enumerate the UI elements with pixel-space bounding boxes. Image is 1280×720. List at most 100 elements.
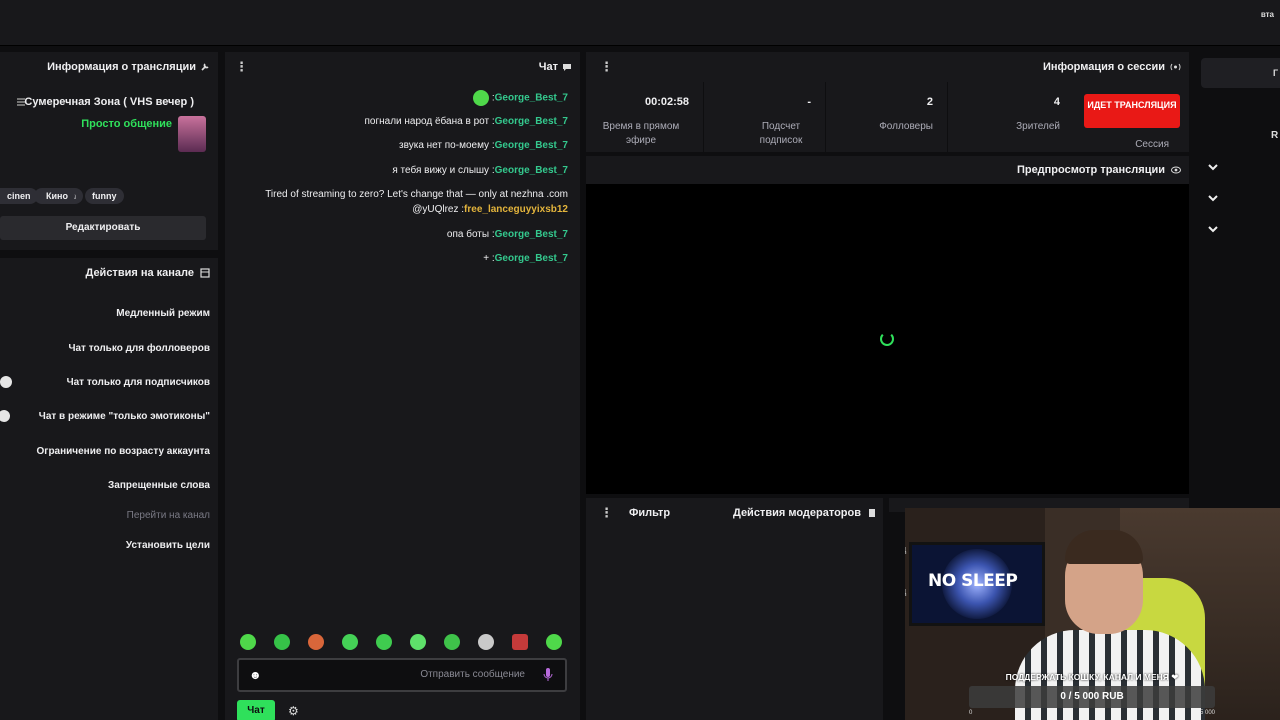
- chat-username[interactable]: George_Best_7: [495, 253, 568, 264]
- chat-message: + :George_Best_7: [483, 253, 568, 264]
- action-emote-only[interactable]: Чат в режиме "только эмотиконы": [39, 411, 210, 422]
- stream-info-panel: Информация о трансляции Сумеречная Зона …: [0, 52, 218, 250]
- stream-preview-panel: Предпросмотр трансляции: [586, 156, 1189, 494]
- side-label: д: [905, 586, 906, 596]
- right-side-letter: R: [1271, 130, 1279, 141]
- preview-title: Предпросмотр трансляции: [1016, 164, 1165, 176]
- emote-icon[interactable]: [342, 634, 358, 650]
- session-menu-icon[interactable]: ⋮: [600, 59, 613, 75]
- action-account-age[interactable]: Ограничение по возрасту аккаунта: [37, 446, 211, 457]
- right-action-button[interactable]: Г: [1201, 58, 1280, 88]
- emote-icon[interactable]: [478, 634, 494, 650]
- top-bar: вта: [0, 0, 1280, 46]
- session-header: ⋮ Информация о сессии: [586, 52, 1189, 82]
- edit-button[interactable]: Редактировать: [0, 216, 206, 240]
- right-column: Г R: [1195, 46, 1280, 508]
- chat-username[interactable]: George_Best_7: [495, 116, 568, 127]
- tag-kino[interactable]: Кино: [39, 188, 75, 204]
- channel-actions-panel: Действия на канале Медленный режим Чат т…: [0, 258, 218, 720]
- chat-header: ⋮ Чат: [225, 52, 580, 82]
- emote-icon[interactable]: [512, 634, 528, 650]
- document-icon: [869, 509, 875, 517]
- microphone-icon[interactable]: [543, 668, 553, 682]
- moderator-header: ⋮ Фильтр Действия модераторов: [586, 498, 883, 528]
- chat-message: я тебя вижу и слышу :George_Best_7: [392, 165, 568, 176]
- subscribers-only-toggle[interactable]: [0, 376, 12, 388]
- broadcast-icon: [1170, 63, 1181, 71]
- followers-stat: 2 Фолловеры: [826, 82, 948, 152]
- emote-icon[interactable]: [376, 634, 392, 650]
- chat-message: звука нет по-моему :George_Best_7: [399, 140, 568, 151]
- frog-emote-icon: [473, 90, 490, 106]
- emote-icon[interactable]: [274, 634, 290, 650]
- preview-header: Предпросмотр трансляции: [586, 156, 1189, 186]
- uptime-stat: 00:02:58 Время в прямом эфире: [586, 82, 704, 152]
- channel-actions-header: Действия на канале: [0, 258, 218, 288]
- chat-title: Чат: [538, 61, 558, 73]
- chevron-down-icon[interactable]: [1207, 161, 1219, 173]
- donation-min: 0: [969, 710, 973, 716]
- emote-icon[interactable]: [410, 634, 426, 650]
- webcam-overlay: д д NO SLEEP ПОДДЕРЖАТЬ КОШКУ, КАНАЛ И М…: [905, 508, 1280, 720]
- tag-funny[interactable]: funny: [85, 188, 124, 204]
- monitor-image: NO SLEEP: [909, 542, 1045, 626]
- chat-input[interactable]: ☻ Отправить сообщение: [237, 658, 567, 692]
- chat-message: погнали народ ёбана в рот :George_Best_7: [364, 116, 568, 127]
- moderator-actions-panel: ⋮ Фильтр Действия модераторов: [586, 498, 883, 720]
- action-banned-words[interactable]: Запрещенные слова: [108, 480, 210, 491]
- loading-spinner-icon: [880, 332, 894, 346]
- tag-cinema[interactable]: cinen: [0, 188, 38, 204]
- emote-icon[interactable]: [444, 634, 460, 650]
- chat-username[interactable]: George_Best_7: [495, 229, 568, 240]
- emote-icon[interactable]: [546, 634, 562, 650]
- wrench-icon: [201, 63, 209, 71]
- chat-username[interactable]: George_Best_7: [495, 165, 568, 176]
- chat-message: Tired of streaming to zero? Let's change…: [265, 189, 568, 215]
- session-label: Сессия: [1135, 139, 1169, 150]
- subs-stat: - Подсчет подписок: [704, 82, 826, 152]
- stream-info-title: Информация о трансляции: [47, 61, 196, 73]
- chat-settings-gear-icon[interactable]: ⚙: [288, 704, 299, 718]
- video-player[interactable]: [586, 184, 1189, 494]
- session-info-panel: ⋮ Информация о сессии ИДЕТ ТРАНСЛЯЦИЯ Се…: [586, 52, 1189, 152]
- chevron-down-icon[interactable]: [1207, 223, 1219, 235]
- side-label: д: [905, 544, 906, 554]
- action-go-to-channel[interactable]: Перейти на канал: [127, 510, 210, 521]
- emote-icon[interactable]: [308, 634, 324, 650]
- emote-icon[interactable]: [240, 634, 256, 650]
- chat-bubble-icon: [563, 64, 571, 71]
- eye-icon: [1171, 166, 1181, 174]
- donation-progress-bar: 0 / 5 000 RUB: [969, 686, 1215, 708]
- chat-panel: ⋮ Чат :George_Best_7 погнали народ ёбана…: [225, 52, 580, 720]
- chat-username[interactable]: George_Best_7: [495, 140, 568, 151]
- category-thumbnail[interactable]: [178, 116, 206, 152]
- donation-title: ПОДДЕРЖАТЬ КОШКУ, КАНАЛ И МЕНЯ ❤: [1005, 672, 1179, 682]
- stream-info-header: Информация о трансляции: [0, 52, 218, 82]
- live-badge: ИДЕТ ТРАНСЛЯЦИЯ: [1084, 94, 1180, 128]
- viewers-stat: 4 Зрителей: [1016, 96, 1060, 132]
- topbar-corner-text: вта: [1260, 10, 1274, 19]
- moderator-title: Действия модераторов: [732, 507, 861, 519]
- emote-bar: [240, 634, 565, 654]
- filter-button[interactable]: Фильтр: [629, 507, 670, 519]
- calendar-icon: [200, 268, 210, 278]
- chat-send-button[interactable]: Чат: [237, 700, 275, 720]
- chat-username[interactable]: George_Best_7: [495, 93, 568, 104]
- monitor-text: NO SLEEP: [928, 571, 1018, 591]
- action-set-goals[interactable]: Установить цели: [126, 540, 210, 551]
- chat-username[interactable]: free_lanceguyyixsb12: [464, 204, 568, 215]
- action-subscribers-only[interactable]: Чат только для подписчиков: [67, 377, 210, 388]
- session-title: Информация о сессии: [1042, 61, 1165, 73]
- category-link[interactable]: Просто общение: [81, 118, 172, 130]
- action-slow-mode[interactable]: Медленный режим: [116, 308, 210, 319]
- channel-actions-title: Действия на канале: [85, 267, 194, 279]
- action-followers-only[interactable]: Чат только для фолловеров: [68, 343, 210, 354]
- chat-message: опа боты :George_Best_7: [446, 229, 568, 240]
- chevron-down-icon[interactable]: [1207, 192, 1219, 204]
- chat-menu-icon[interactable]: ⋮: [235, 59, 248, 75]
- list-icon: [17, 98, 25, 106]
- emoji-icon[interactable]: ☻: [249, 668, 262, 682]
- emote-only-toggle[interactable]: [0, 410, 10, 422]
- chat-message: :George_Best_7: [235, 90, 568, 106]
- moderator-menu-icon[interactable]: ⋮: [600, 505, 613, 521]
